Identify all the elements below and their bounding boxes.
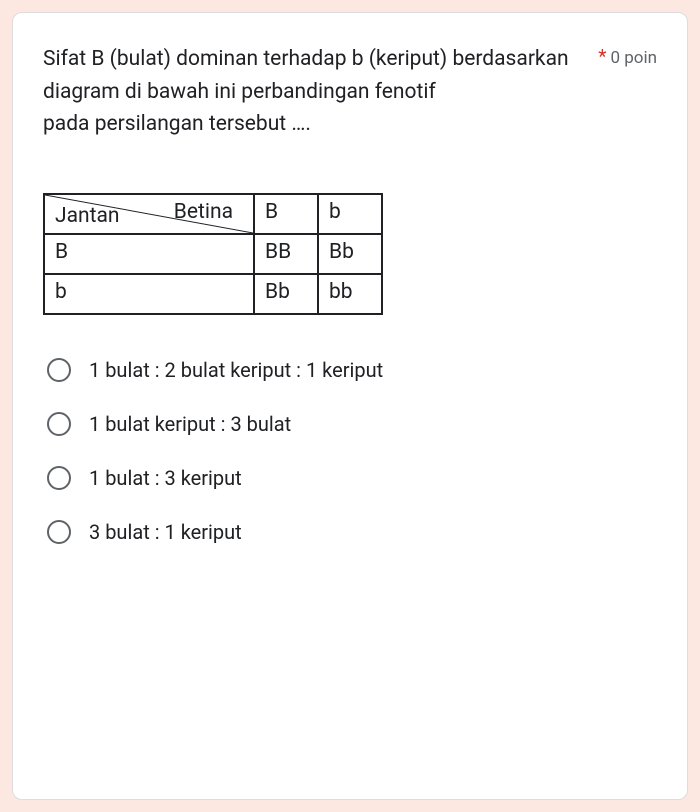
required-asterisk: * (598, 45, 606, 68)
option-label: 1 bulat keriput : 3 bulat (89, 412, 291, 436)
option-label: 3 bulat : 1 keriput (89, 520, 242, 544)
cell-1-0: Bb (254, 274, 318, 314)
option-3[interactable]: 3 bulat : 1 keriput (43, 505, 657, 559)
option-2[interactable]: 1 bulat : 3 keriput (43, 451, 657, 505)
radio-icon (47, 520, 71, 544)
row-header-0: B (44, 234, 254, 274)
punnett-table-wrap: Betina Jantan B b B BB Bb b Bb bb (43, 193, 657, 315)
punnett-table: Betina Jantan B b B BB Bb b Bb bb (43, 193, 383, 315)
points-value: 0 poin (610, 48, 657, 68)
radio-icon (47, 412, 71, 436)
col-header-1: b (318, 194, 382, 234)
cell-1-1: bb (318, 274, 382, 314)
question-header: Sifat B (bulat) dominan terhadap b (keri… (43, 43, 657, 141)
col-header-0: B (254, 194, 318, 234)
cell-0-0: BB (254, 234, 318, 274)
radio-icon (47, 358, 71, 382)
options-group: 1 bulat : 2 bulat keriput : 1 keriput 1 … (43, 343, 657, 559)
row-header-1: b (44, 274, 254, 314)
question-text: Sifat B (bulat) dominan terhadap b (keri… (43, 43, 578, 141)
table-diagonal-header: Betina Jantan (44, 194, 254, 234)
option-0[interactable]: 1 bulat : 2 bulat keriput : 1 keriput (43, 343, 657, 397)
row-axis-label: Jantan (55, 204, 120, 228)
option-1[interactable]: 1 bulat keriput : 3 bulat (43, 397, 657, 451)
points-label: *0 poin (598, 45, 657, 68)
radio-icon (47, 466, 71, 490)
option-label: 1 bulat : 2 bulat keriput : 1 keriput (89, 358, 383, 382)
col-axis-label: Betina (174, 200, 233, 224)
cell-0-1: Bb (318, 234, 382, 274)
question-card: Sifat B (bulat) dominan terhadap b (keri… (12, 12, 688, 800)
option-label: 1 bulat : 3 keriput (89, 466, 242, 490)
